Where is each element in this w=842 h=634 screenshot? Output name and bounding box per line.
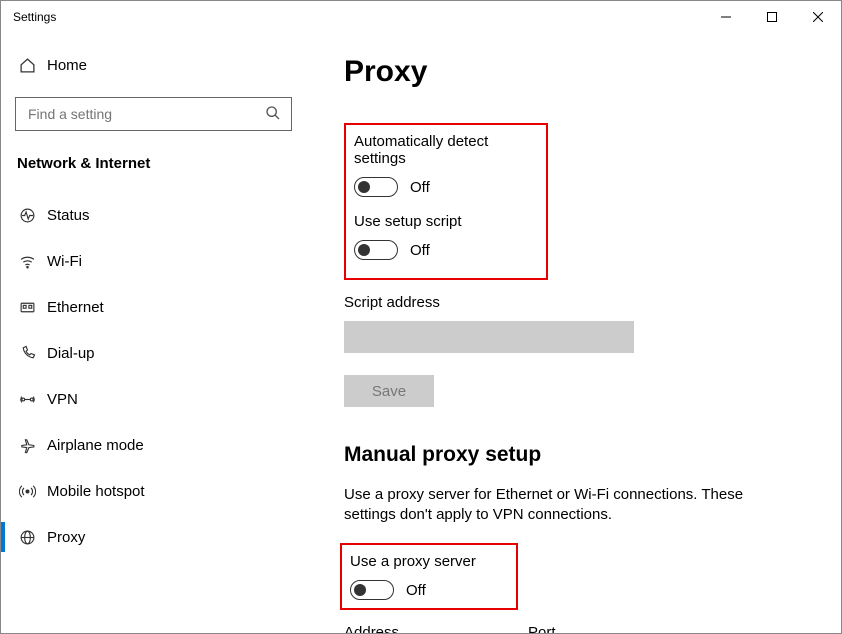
sidebar-item-label: Ethernet — [47, 299, 104, 316]
close-button[interactable] — [795, 1, 841, 33]
home-icon — [19, 57, 47, 74]
vpn-icon — [19, 391, 47, 408]
setup-script-label: Use setup script — [354, 213, 536, 230]
auto-detect-label: Automatically detect settings — [354, 133, 536, 167]
sidebar-item-proxy[interactable]: Proxy — [1, 514, 306, 560]
sidebar-item-ethernet[interactable]: Ethernet — [1, 284, 306, 330]
save-button-label: Save — [372, 383, 406, 400]
sidebar-item-hotspot[interactable]: Mobile hotspot — [1, 468, 306, 514]
maximize-button[interactable] — [749, 1, 795, 33]
section-header: Network & Internet — [1, 149, 306, 192]
use-proxy-state: Off — [406, 582, 426, 599]
sidebar-item-label: VPN — [47, 391, 78, 408]
sidebar-item-wifi[interactable]: Wi-Fi — [1, 238, 306, 284]
script-address-input — [344, 321, 634, 353]
auto-proxy-highlight: Automatically detect settings Off Use se… — [344, 123, 548, 280]
hotspot-icon — [19, 483, 47, 500]
titlebar: Settings — [1, 1, 841, 33]
dialup-icon — [19, 345, 47, 362]
save-button: Save — [344, 375, 434, 407]
window-title: Settings — [13, 10, 56, 24]
sidebar-item-label: Airplane mode — [47, 437, 144, 454]
use-proxy-label: Use a proxy server — [350, 553, 506, 570]
sidebar-item-airplane[interactable]: Airplane mode — [1, 422, 306, 468]
auto-detect-toggle[interactable] — [354, 177, 398, 197]
address-label: Address — [344, 624, 502, 633]
ethernet-icon — [19, 299, 47, 316]
sidebar: Home Network & Internet Status Wi-Fi — [1, 33, 306, 633]
setup-script-state: Off — [410, 242, 430, 259]
status-icon — [19, 207, 47, 224]
sidebar-item-label: Proxy — [47, 529, 85, 546]
wifi-icon — [19, 253, 47, 270]
search-box[interactable] — [15, 97, 292, 131]
sidebar-item-dialup[interactable]: Dial-up — [1, 330, 306, 376]
minimize-button[interactable] — [703, 1, 749, 33]
port-label: Port — [528, 624, 618, 633]
home-link[interactable]: Home — [1, 45, 306, 85]
search-input[interactable] — [26, 105, 265, 123]
airplane-icon — [19, 437, 47, 454]
home-label: Home — [47, 57, 87, 74]
proxy-icon — [19, 529, 47, 546]
sidebar-item-label: Mobile hotspot — [47, 483, 145, 500]
auto-detect-state: Off — [410, 179, 430, 196]
manual-proxy-header: Manual proxy setup — [344, 443, 813, 467]
sidebar-item-vpn[interactable]: VPN — [1, 376, 306, 422]
sidebar-item-status[interactable]: Status — [1, 192, 306, 238]
content-pane: Proxy Automatically detect settings Off … — [306, 33, 841, 633]
script-address-label: Script address — [344, 294, 813, 311]
manual-proxy-desc: Use a proxy server for Ethernet or Wi-Fi… — [344, 485, 774, 525]
sidebar-item-label: Status — [47, 207, 90, 224]
page-title: Proxy — [344, 55, 813, 89]
use-proxy-toggle[interactable] — [350, 580, 394, 600]
sidebar-item-label: Dial-up — [47, 345, 95, 362]
sidebar-item-label: Wi-Fi — [47, 253, 82, 270]
setup-script-toggle[interactable] — [354, 240, 398, 260]
use-proxy-highlight: Use a proxy server Off — [340, 543, 518, 610]
search-icon — [265, 105, 281, 124]
